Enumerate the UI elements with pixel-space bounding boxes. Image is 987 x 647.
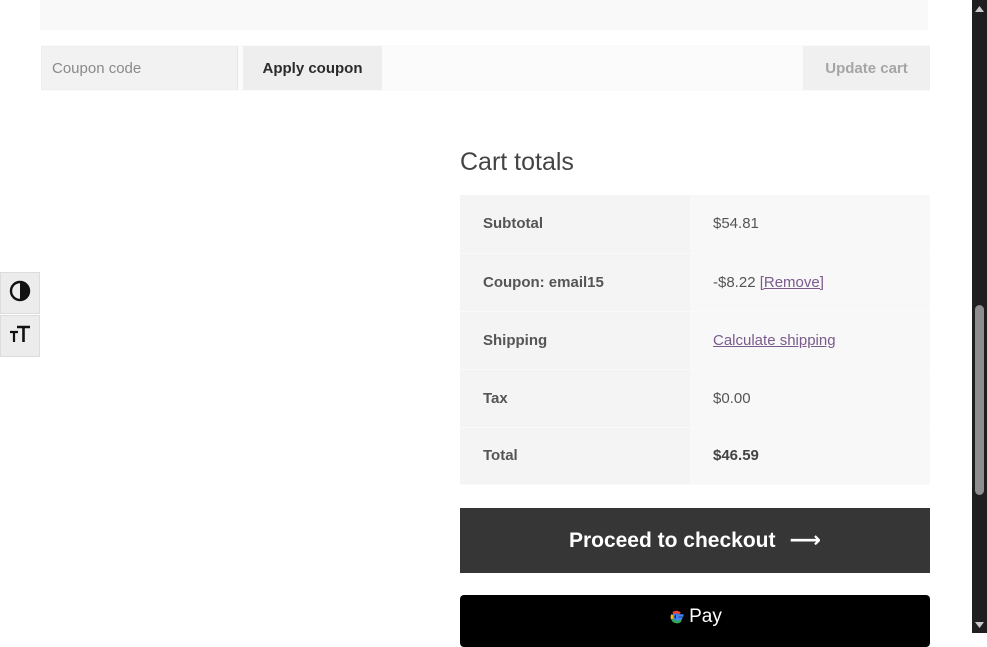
tax-label: Tax [460, 369, 690, 428]
coupon-label: Coupon: email15 [460, 253, 690, 312]
contrast-icon [9, 280, 31, 306]
google-pay-button[interactable]: Pay [460, 595, 930, 647]
subtotal-label: Subtotal [460, 195, 690, 254]
arrow-right-icon: ⟶ [789, 528, 822, 553]
checkout-label: Proceed to checkout [568, 528, 776, 552]
remove-coupon-link[interactable]: [Remove] [760, 274, 824, 291]
coupon-row: Coupon: email15 -$8.22 [Remove] [460, 253, 930, 312]
scroll-up-arrow-icon[interactable] [972, 1, 987, 16]
text-size-icon [9, 323, 31, 349]
text-size-toggle-button[interactable] [0, 315, 40, 357]
coupon-code-input[interactable] [41, 46, 238, 90]
coupon-cell: -$8.22 [Remove] [690, 253, 930, 312]
cart-totals-title: Cart totals [460, 148, 574, 176]
total-value: $46.59 [713, 447, 759, 464]
apply-coupon-button[interactable]: Apply coupon [243, 46, 382, 90]
total-cell: $46.59 [690, 427, 930, 485]
coupon-discount-value: -$8.22 [713, 273, 756, 291]
scrollbar-thumb[interactable] [975, 305, 984, 495]
shipping-cell: Calculate shipping [690, 311, 930, 370]
calculate-shipping-link[interactable]: Calculate shipping [713, 332, 836, 349]
total-label: Total [460, 427, 690, 485]
contrast-toggle-button[interactable] [0, 272, 40, 314]
accessibility-toolbar [0, 272, 40, 358]
tax-value: $0.00 [690, 369, 930, 428]
shipping-label: Shipping [460, 311, 690, 370]
update-cart-button[interactable]: Update cart [803, 46, 930, 90]
cart-totals-table: Subtotal $54.81 Coupon: email15 -$8.22 [… [460, 195, 930, 485]
cart-table-bottom [40, 0, 928, 30]
shipping-row: Shipping Calculate shipping [460, 311, 930, 370]
tax-row: Tax $0.00 [460, 369, 930, 428]
google-g-icon [668, 605, 686, 631]
scroll-down-arrow-icon[interactable] [972, 617, 987, 632]
order-total-row: Total $46.59 [460, 427, 930, 485]
vertical-scrollbar[interactable] [972, 0, 987, 633]
proceed-to-checkout-button[interactable]: Proceed to checkout ⟶ [460, 508, 930, 573]
google-pay-label: Pay [689, 606, 722, 627]
subtotal-value: $54.81 [690, 195, 930, 254]
subtotal-row: Subtotal $54.81 [460, 195, 930, 254]
